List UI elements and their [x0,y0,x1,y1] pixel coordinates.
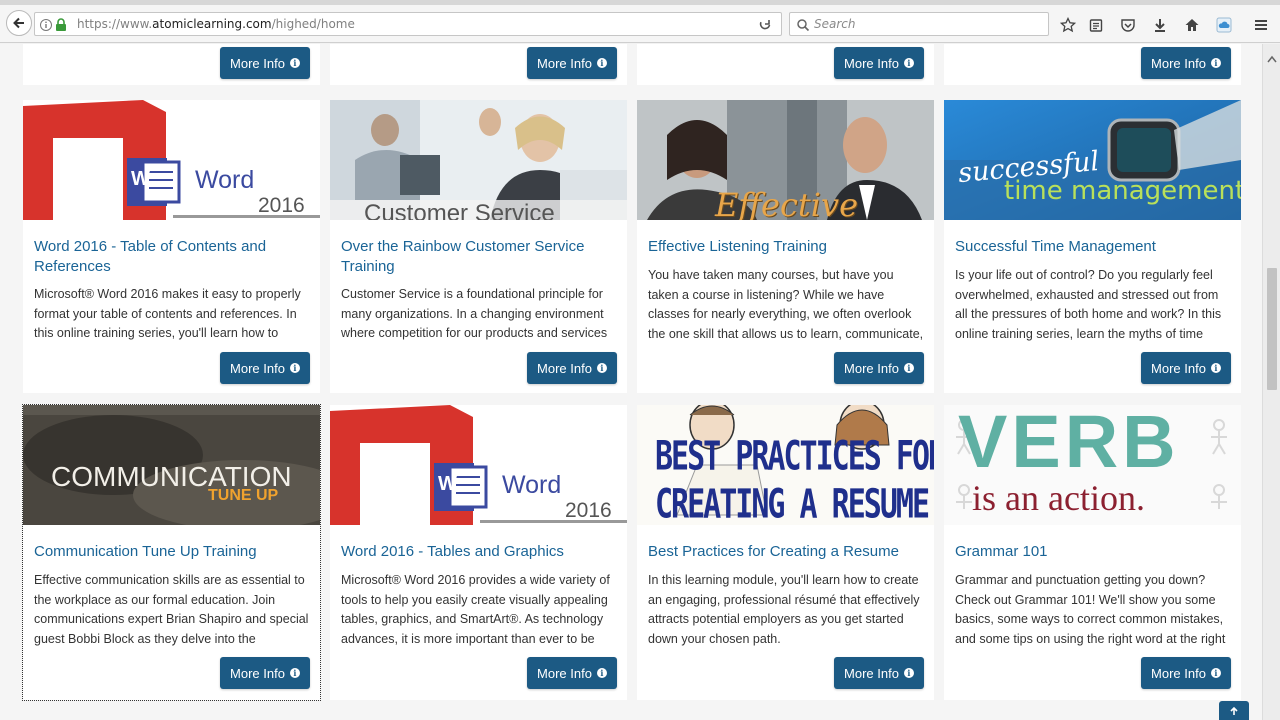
thumbnail-text-line2: is an action. [972,478,1145,518]
more-info-button[interactable]: More Info i [527,47,617,79]
more-info-button[interactable]: More Info i [834,47,924,79]
back-button[interactable] [6,10,32,36]
more-info-button[interactable]: More Info i [834,657,924,689]
thumbnail-year: 2016 [565,499,612,522]
info-icon: i [1210,363,1221,373]
info-icon: i [903,668,914,678]
thumbnail-text-line2: time management [1004,176,1241,206]
course-title[interactable]: Grammar 101 [955,542,1230,562]
search-input[interactable]: Search [814,17,856,31]
scroll-thumb[interactable] [1267,268,1277,390]
course-card[interactable]: VERB is an action. Grammar 101 Grammar a… [944,405,1241,700]
more-info-button[interactable]: More Info i [1141,657,1231,689]
search-bar[interactable]: Search [789,12,1049,36]
course-thumbnail[interactable]: successful time management [944,100,1241,220]
course-description: Is your life out of control? Do you regu… [955,268,1222,341]
thumbnail-text: Customer Service [364,200,555,220]
course-title[interactable]: Effective Listening Training [648,237,923,257]
info-icon[interactable] [39,17,53,36]
course-description: Microsoft® Word 2016 makes it easy to pr… [34,287,301,341]
thumbnail-text: Word [502,471,562,499]
course-card[interactable]: successful time management Successful Ti… [944,100,1241,393]
course-card[interactable]: Effective Effective Listening Training Y… [637,100,934,393]
info-icon: i [596,363,607,373]
thumbnail-text: Word [195,166,255,194]
thumbnail-text-line2: TUNE UP [208,487,279,504]
course-title[interactable]: Best Practices for Creating a Resume [648,542,923,562]
course-thumbnail[interactable]: BEST PRACTICES FOR CREATING A RESUME [637,405,934,525]
course-title[interactable]: Over the Rainbow Customer Service Traini… [341,237,616,277]
info-icon: i [903,363,914,373]
course-thumbnail[interactable]: W Word 2016 [23,100,320,220]
course-description: Customer Service is a foundational princ… [341,287,608,341]
thumbnail-text-line1: BEST PRACTICES FOR [655,433,934,481]
more-info-button[interactable]: More Info i [527,657,617,689]
back-to-top-button[interactable] [1219,701,1249,720]
lock-icon [55,17,67,36]
bookmark-star-icon[interactable] [1059,16,1077,34]
course-thumbnail[interactable]: COMMUNICATION TUNE UP [23,405,320,525]
page-content: More Info i More Info i More Info i More In… [0,44,1262,720]
thumbnail-text-line2: CREATING A RESUME [655,481,930,525]
info-icon: i [289,363,300,373]
course-card-top: More Info i [23,44,320,85]
thumbnail-text: Effective [715,186,858,220]
course-thumbnail[interactable]: VERB is an action. [944,405,1241,525]
info-icon: i [1210,58,1221,68]
info-icon: i [289,58,300,68]
arrow-up-icon [1230,706,1238,715]
browser-toolbar: https://www.atomiclearning.com/highed/ho… [0,5,1280,43]
course-card[interactable]: W Word 2016 Word 2016 - Table of Content… [23,100,320,393]
thumbnail-year: 2016 [258,194,305,217]
course-thumbnail[interactable]: Effective [637,100,934,220]
course-title[interactable]: Communication Tune Up Training [34,542,309,562]
info-icon: i [289,668,300,678]
course-card-top: More Info i [944,44,1241,85]
more-info-button[interactable]: More Info i [220,352,310,384]
home-icon[interactable] [1183,16,1201,34]
more-info-button[interactable]: More Info i [1141,352,1231,384]
more-info-button[interactable]: More Info i [834,352,924,384]
search-icon [796,17,810,36]
course-description: Grammar and punctuation getting you down… [955,573,1226,646]
arrow-left-icon [13,17,24,29]
course-title[interactable]: Word 2016 - Table of Contents and Refere… [34,237,309,277]
url-text: https://www.atomiclearning.com/highed/ho… [77,17,355,31]
course-card[interactable]: W Word 2016 Word 2016 - Tables and Graph… [330,405,627,700]
more-info-button[interactable]: More Info i [220,47,310,79]
course-card[interactable]: COMMUNICATION TUNE UP Communication Tune… [22,404,321,701]
course-description: Microsoft® Word 2016 provides a wide var… [341,573,610,646]
thumbnail-text-line1: VERB [958,405,1180,483]
url-bar[interactable]: https://www.atomiclearning.com/highed/ho… [34,12,782,36]
course-description: You have taken many courses, but have yo… [648,268,924,341]
download-icon[interactable] [1151,16,1169,34]
menu-icon[interactable] [1252,16,1270,34]
course-thumbnail[interactable]: W Word 2016 [330,405,627,525]
more-info-button[interactable]: More Info i [527,352,617,384]
course-card[interactable]: BEST PRACTICES FOR CREATING A RESUME Bes… [637,405,934,700]
reading-list-icon[interactable] [1087,16,1105,34]
reload-icon[interactable] [758,17,772,36]
vertical-scrollbar[interactable] [1262,44,1280,720]
more-info-button[interactable]: More Info i [1141,47,1231,79]
course-description: Effective communication skills are as es… [34,573,309,646]
more-info-button[interactable]: More Info i [220,657,310,689]
course-title[interactable]: Word 2016 - Tables and Graphics [341,542,616,562]
scroll-up-icon[interactable] [1267,48,1277,67]
info-icon: i [596,668,607,678]
course-thumbnail[interactable]: Customer Service [330,100,627,220]
course-title[interactable]: Successful Time Management [955,237,1230,257]
info-icon: i [1210,668,1221,678]
info-icon: i [596,58,607,68]
pocket-icon[interactable] [1119,16,1137,34]
course-card[interactable]: Customer Service Over the Rainbow Custom… [330,100,627,393]
course-card-top: More Info i [637,44,934,85]
course-description: In this learning module, you'll learn ho… [648,573,920,646]
info-icon: i [903,58,914,68]
course-card-top: More Info i [330,44,627,85]
extension-cloud-icon[interactable] [1215,16,1233,34]
